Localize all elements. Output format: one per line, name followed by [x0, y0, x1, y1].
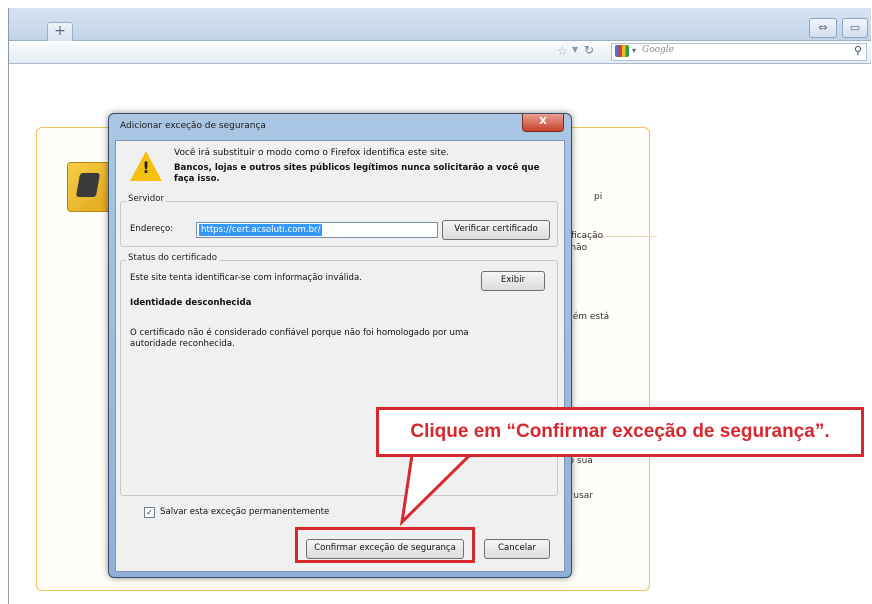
callout-pointer	[399, 453, 474, 527]
instruction-callout: Clique em “Confirmar exceção de seguranç…	[376, 407, 864, 457]
